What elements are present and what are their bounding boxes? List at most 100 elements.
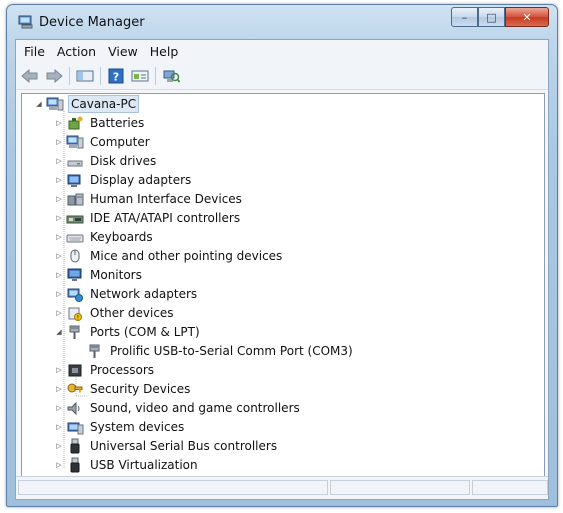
expand-arrow-icon[interactable]: ▷ — [54, 195, 64, 203]
tree-category-label: Batteries — [90, 115, 145, 130]
collapse-arrow-icon[interactable]: ◢ — [54, 328, 64, 336]
tree-root-icon — [46, 96, 64, 112]
tree-category-icon — [66, 419, 84, 435]
expand-arrow-icon[interactable]: ▷ — [54, 252, 64, 260]
tree-category-label: Network adapters — [90, 286, 198, 301]
properties-icon — [131, 70, 149, 82]
tree-category[interactable]: ▷ Network adapters — [54, 284, 199, 303]
tree-category-icon — [66, 362, 84, 378]
tree-device-label: Prolific USB-to-Serial Comm Port (COM3) — [110, 343, 353, 358]
usb-icon — [70, 457, 80, 472]
menu-view[interactable]: View — [102, 44, 144, 59]
processor-icon — [68, 364, 82, 376]
title-bar[interactable]: Device Manager – □ ✕ — [7, 5, 557, 39]
port-icon — [69, 325, 80, 339]
usb-icon — [70, 438, 80, 453]
device-manager-icon — [18, 15, 33, 29]
expand-arrow-icon[interactable]: ▷ — [54, 309, 64, 317]
maximize-icon: □ — [486, 10, 497, 24]
help-button[interactable]: ? — [106, 67, 126, 85]
expand-arrow-icon[interactable]: ▷ — [54, 461, 64, 469]
show-hide-console-tree-button[interactable] — [75, 67, 95, 85]
status-panel-tertiary — [472, 480, 548, 495]
tree-category[interactable]: ▷ Display adapters — [54, 170, 193, 189]
tree-device[interactable]: Prolific USB-to-Serial Comm Port (COM3) — [74, 341, 355, 360]
tree-category[interactable]: ▷ Security Devices — [54, 379, 192, 398]
help-icon: ? — [108, 68, 124, 84]
expand-arrow-icon[interactable]: ▷ — [54, 233, 64, 241]
tree-category-icon — [66, 248, 84, 264]
expand-arrow-icon[interactable]: ▷ — [54, 157, 64, 165]
tree-category-label: Security Devices — [90, 381, 191, 396]
tree-category[interactable]: ▷ Monitors — [54, 265, 144, 284]
show-hide-console-tree-icon — [76, 70, 94, 82]
tree-category[interactable]: ▷ USB Virtualization — [54, 455, 200, 474]
tree-category-icon — [66, 172, 84, 188]
window-title: Device Manager — [39, 15, 145, 30]
tree-category[interactable]: ▷! Other devices — [54, 303, 176, 322]
tree-category[interactable]: ▷ Computer — [54, 132, 152, 151]
tree-category-label: Display adapters — [90, 172, 192, 187]
tree-category-label: Universal Serial Bus controllers — [90, 438, 278, 453]
tree-category[interactable]: ◢ Ports (COM & LPT) — [54, 322, 202, 341]
expand-arrow-icon[interactable]: ▷ — [54, 119, 64, 127]
tree-category[interactable]: ▷ Sound, video and game controllers — [54, 398, 302, 417]
scan-hardware-button[interactable] — [161, 67, 181, 85]
tree-category-icon: ! — [66, 305, 84, 321]
tree-category-icon — [66, 153, 84, 169]
keyboard-icon — [66, 234, 84, 242]
expand-arrow-icon[interactable]: ▷ — [54, 138, 64, 146]
tree-category[interactable]: ▷ Batteries — [54, 113, 146, 132]
tree-category-label: Disk drives — [90, 153, 157, 168]
device-tree: ◢ Cavana-PC ▷ Batteries ▷ Computer ▷ Disk drive… — [21, 93, 545, 479]
tree-category-icon — [66, 457, 84, 473]
mouse-icon — [70, 249, 80, 262]
close-button[interactable]: ✕ — [505, 7, 549, 27]
properties-button[interactable] — [130, 67, 150, 85]
expand-arrow-icon[interactable]: ▷ — [54, 404, 64, 412]
tree-category[interactable]: ▷ Disk drives — [54, 151, 158, 170]
tree-category-label: USB Virtualization — [90, 457, 198, 472]
port-icon — [89, 344, 100, 358]
forward-button[interactable] — [44, 67, 64, 85]
system-device-icon — [67, 422, 84, 434]
ide-controller-icon — [66, 215, 84, 223]
expand-arrow-icon[interactable]: ▷ — [54, 214, 64, 222]
maximize-button[interactable]: □ — [478, 7, 505, 27]
tree-category[interactable]: ▷ Human Interface Devices — [54, 189, 244, 208]
status-bar — [16, 476, 548, 499]
tree-category-label: IDE ATA/ATAPI controllers — [90, 210, 241, 225]
security-device-icon — [67, 383, 83, 392]
menu-file[interactable]: File — [18, 44, 51, 59]
minimize-button[interactable]: – — [451, 7, 478, 27]
toolbar-separator — [100, 67, 101, 85]
tree-category-label: Computer — [90, 134, 150, 149]
tree-category[interactable]: ▷ System devices — [54, 417, 186, 436]
tree-category-icon — [66, 438, 84, 454]
back-button[interactable] — [20, 67, 40, 85]
expand-arrow-icon[interactable]: ▷ — [54, 176, 64, 184]
tree-category-label: Monitors — [90, 267, 142, 282]
sound-icon — [67, 401, 80, 415]
tree-category[interactable]: ▷ Keyboards — [54, 227, 155, 246]
expand-arrow-icon[interactable]: ▷ — [54, 290, 64, 298]
tree-category[interactable]: ▷ IDE ATA/ATAPI controllers — [54, 208, 242, 227]
menu-action[interactable]: Action — [51, 44, 102, 59]
tree-device-icon — [86, 343, 104, 359]
expand-arrow-icon[interactable]: ▷ — [54, 366, 64, 374]
svg-text:!: ! — [77, 314, 79, 321]
tree-category[interactable]: ▷ Mice and other pointing devices — [54, 246, 284, 265]
tree-root[interactable]: ◢ Cavana-PC — [34, 94, 140, 113]
expand-arrow-icon[interactable]: ▷ — [54, 271, 64, 279]
tree-category-label: Keyboards — [90, 229, 153, 244]
collapse-arrow-icon[interactable]: ◢ — [34, 100, 44, 108]
menu-help[interactable]: Help — [144, 44, 185, 59]
expand-arrow-icon[interactable]: ▷ — [54, 423, 64, 431]
tree-category[interactable]: ▷ Processors — [54, 360, 156, 379]
tree-category[interactable]: ▷ Universal Serial Bus controllers — [54, 436, 279, 455]
toolbar-separator — [155, 67, 156, 85]
expand-arrow-icon[interactable]: ▷ — [54, 385, 64, 393]
device-manager-window: Device Manager – □ ✕ File Action View He… — [6, 4, 558, 507]
minimize-icon: – — [461, 10, 468, 24]
expand-arrow-icon[interactable]: ▷ — [54, 442, 64, 450]
